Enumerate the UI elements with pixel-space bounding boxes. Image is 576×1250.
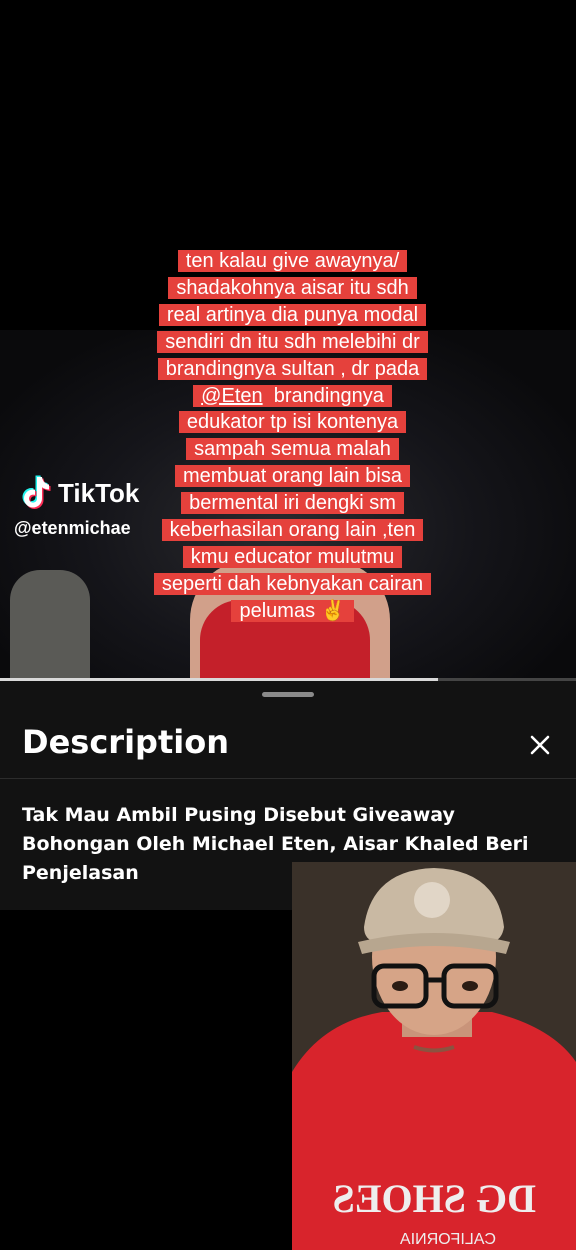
- caption-line: sampah semua malah: [186, 438, 399, 461]
- caption-line-mention: @Eten brandingnya: [193, 384, 392, 407]
- caption-line: seperti dah kebnyakan cairan: [153, 572, 432, 595]
- caption-line: edukator tp isi kontenya: [178, 411, 407, 434]
- shirt-print: DG SHOES: [333, 1176, 536, 1221]
- video-caption: ten kalau give awaynya/ shadakohnya aisa…: [130, 248, 455, 625]
- caption-line: bermental iri dengki sm: [181, 492, 404, 515]
- sheet-title: Description: [22, 723, 229, 761]
- caption-line: pelumas ✌️: [231, 599, 354, 622]
- tiktok-username: @etenmichae: [14, 518, 131, 538]
- background-person: [10, 570, 90, 680]
- divider: [0, 778, 576, 779]
- webcam-person-illustration: DG SHOES CALIFORNIA: [292, 862, 576, 1250]
- caption-mention-rest: brandingnya: [262, 384, 384, 407]
- caption-line: real artinya dia punya modal: [158, 303, 427, 326]
- tiktok-brand-text: TikTok: [58, 477, 140, 508]
- tiktok-logo-icon: [20, 475, 52, 511]
- webcam-overlay: DG SHOES CALIFORNIA: [292, 862, 576, 1250]
- video-player[interactable]: TikTok @etenmichae ten kalau give awayny…: [0, 0, 576, 680]
- tiktok-watermark: TikTok: [20, 475, 139, 511]
- caption-line: brandingnya sultan , dr pada: [157, 357, 428, 380]
- caption-line: kmu educator mulutmu: [182, 545, 403, 568]
- caption-line: membuat orang lain bisa: [174, 465, 410, 488]
- caption-line: keberhasilan orang lain ,ten: [161, 519, 424, 542]
- caption-line: ten kalau give awaynya/: [177, 250, 408, 272]
- drag-handle[interactable]: [262, 692, 314, 697]
- caption-mention[interactable]: @Eten: [201, 385, 262, 407]
- caption-line: shadakohnya aisar itu sdh: [168, 276, 417, 299]
- close-icon[interactable]: [524, 729, 556, 761]
- shirt-print-sub: CALIFORNIA: [400, 1231, 496, 1248]
- caption-line: sendiri dn itu sdh melebihi dr: [157, 330, 428, 353]
